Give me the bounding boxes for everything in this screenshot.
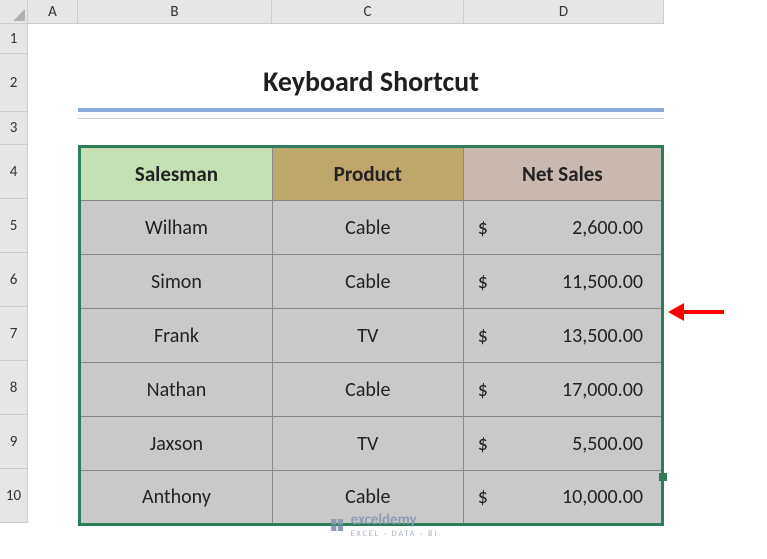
cell-salesman[interactable]: Frank	[80, 309, 273, 363]
currency-symbol: $	[478, 324, 488, 348]
cell-product[interactable]: Cable	[272, 255, 463, 309]
netsales-value: 11,500.00	[562, 270, 643, 294]
table-row: Nathan Cable $17,000.00	[80, 363, 663, 417]
watermark-tagline: EXCEL · DATA · BI	[351, 529, 439, 539]
netsales-value: 10,000.00	[562, 485, 643, 509]
cell-salesman[interactable]: Anthony	[80, 471, 273, 525]
title-underline	[78, 118, 664, 119]
table-row: Frank TV $13,500.00	[80, 309, 663, 363]
cell-netsales[interactable]: $13,500.00	[463, 309, 662, 363]
selection-handle[interactable]	[659, 473, 667, 481]
watermark-text: exceldemy EXCEL · DATA · BI	[351, 511, 439, 539]
currency-symbol: $	[478, 432, 488, 456]
row-header-7[interactable]: 7	[0, 307, 27, 361]
table-row: Wilham Cable $2,600.00	[80, 201, 663, 255]
currency-symbol: $	[478, 378, 488, 402]
page-title: Keyboard Shortcut	[78, 54, 664, 112]
currency-symbol: $	[478, 270, 488, 294]
row-header-8[interactable]: 8	[0, 361, 27, 415]
header-netsales[interactable]: Net Sales	[463, 147, 662, 201]
arrow-head-icon	[668, 303, 684, 321]
header-product[interactable]: Product	[272, 147, 463, 201]
col-header-a[interactable]: A	[28, 0, 78, 23]
watermark-logo-icon	[329, 517, 345, 533]
annotation-arrow	[668, 302, 728, 322]
title-text: Keyboard Shortcut	[263, 64, 479, 99]
col-header-d[interactable]: D	[464, 0, 664, 23]
cell-netsales[interactable]: $11,500.00	[463, 255, 662, 309]
row-header-3[interactable]: 3	[0, 112, 27, 145]
cell-product[interactable]: Cable	[272, 363, 463, 417]
table-row: Simon Cable $11,500.00	[80, 255, 663, 309]
cell-netsales[interactable]: $10,000.00	[463, 471, 662, 525]
cell-salesman[interactable]: Jaxson	[80, 417, 273, 471]
netsales-value: 13,500.00	[562, 324, 643, 348]
column-headers: A B C D	[28, 0, 664, 24]
row-header-2[interactable]: 2	[0, 54, 27, 112]
netsales-value: 5,500.00	[572, 432, 643, 456]
row-header-9[interactable]: 9	[0, 415, 27, 469]
cell-salesman[interactable]: Nathan	[80, 363, 273, 417]
row-header-4[interactable]: 4	[0, 145, 27, 199]
cell-product[interactable]: TV	[272, 309, 463, 363]
watermark: exceldemy EXCEL · DATA · BI	[329, 511, 439, 539]
row-header-1[interactable]: 1	[0, 24, 27, 54]
currency-symbol: $	[478, 216, 488, 240]
arrow-line	[684, 310, 724, 314]
cell-product[interactable]: TV	[272, 417, 463, 471]
cell-netsales[interactable]: $17,000.00	[463, 363, 662, 417]
currency-symbol: $	[478, 485, 488, 509]
cell-netsales[interactable]: $2,600.00	[463, 201, 662, 255]
table-header-row: Salesman Product Net Sales	[80, 147, 663, 201]
row-header-5[interactable]: 5	[0, 199, 27, 253]
row-header-6[interactable]: 6	[0, 253, 27, 307]
table-row: Jaxson TV $5,500.00	[80, 417, 663, 471]
header-salesman[interactable]: Salesman	[80, 147, 273, 201]
netsales-value: 17,000.00	[562, 378, 643, 402]
cell-salesman[interactable]: Simon	[80, 255, 273, 309]
select-all-corner[interactable]	[0, 0, 28, 24]
row-headers: 1 2 3 4 5 6 7 8 9 10	[0, 24, 28, 523]
netsales-value: 2,600.00	[572, 216, 643, 240]
col-header-c[interactable]: C	[272, 0, 464, 23]
cell-salesman[interactable]: Wilham	[80, 201, 273, 255]
watermark-brand: exceldemy	[351, 511, 439, 529]
cell-product[interactable]: Cable	[272, 201, 463, 255]
select-all-icon	[13, 9, 25, 21]
cell-netsales[interactable]: $5,500.00	[463, 417, 662, 471]
row-header-10[interactable]: 10	[0, 469, 27, 523]
col-header-b[interactable]: B	[78, 0, 272, 23]
data-table: Salesman Product Net Sales Wilham Cable …	[78, 145, 664, 526]
spreadsheet: A B C D 1 2 3 4 5 6 7 8 9 10 Keyboard Sh…	[0, 0, 767, 559]
